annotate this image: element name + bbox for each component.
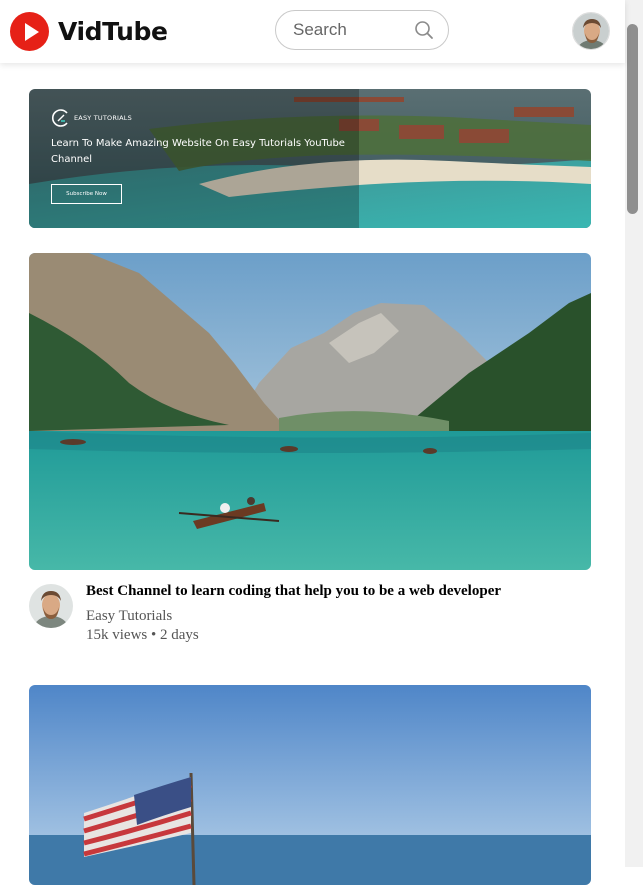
banner-headline: Learn To Make Amazing Website On Easy Tu… — [51, 138, 345, 165]
logo-text: VidTube — [58, 16, 168, 46]
video-title[interactable]: Best Channel to learn coding that help y… — [86, 583, 501, 600]
promo-banner[interactable]: EASY TUTORIALS Learn To Make Amazing Web… — [29, 89, 591, 228]
user-avatar[interactable] — [572, 12, 610, 50]
top-navbar: VidTube — [0, 0, 625, 63]
channel-avatar[interactable] — [29, 584, 73, 628]
video-thumbnail[interactable] — [29, 253, 591, 570]
channel-name[interactable]: Easy Tutorials — [86, 608, 172, 625]
video-thumbnail[interactable] — [29, 685, 591, 885]
subscribe-button[interactable]: Subscribe Now — [51, 184, 122, 204]
logo[interactable]: VidTube — [10, 11, 168, 51]
scrollbar-thumb[interactable] — [627, 24, 638, 214]
play-circle-icon — [10, 11, 49, 51]
search-icon[interactable] — [414, 20, 434, 40]
banner-brand: EASY TUTORIALS — [51, 108, 132, 128]
easy-tutorials-logo-icon — [51, 108, 71, 128]
banner-brand-name: EASY TUTORIALS — [74, 114, 132, 122]
video-stats: 15k views • 2 days — [86, 627, 199, 643]
search-box — [275, 10, 449, 50]
search-input[interactable] — [291, 19, 410, 41]
